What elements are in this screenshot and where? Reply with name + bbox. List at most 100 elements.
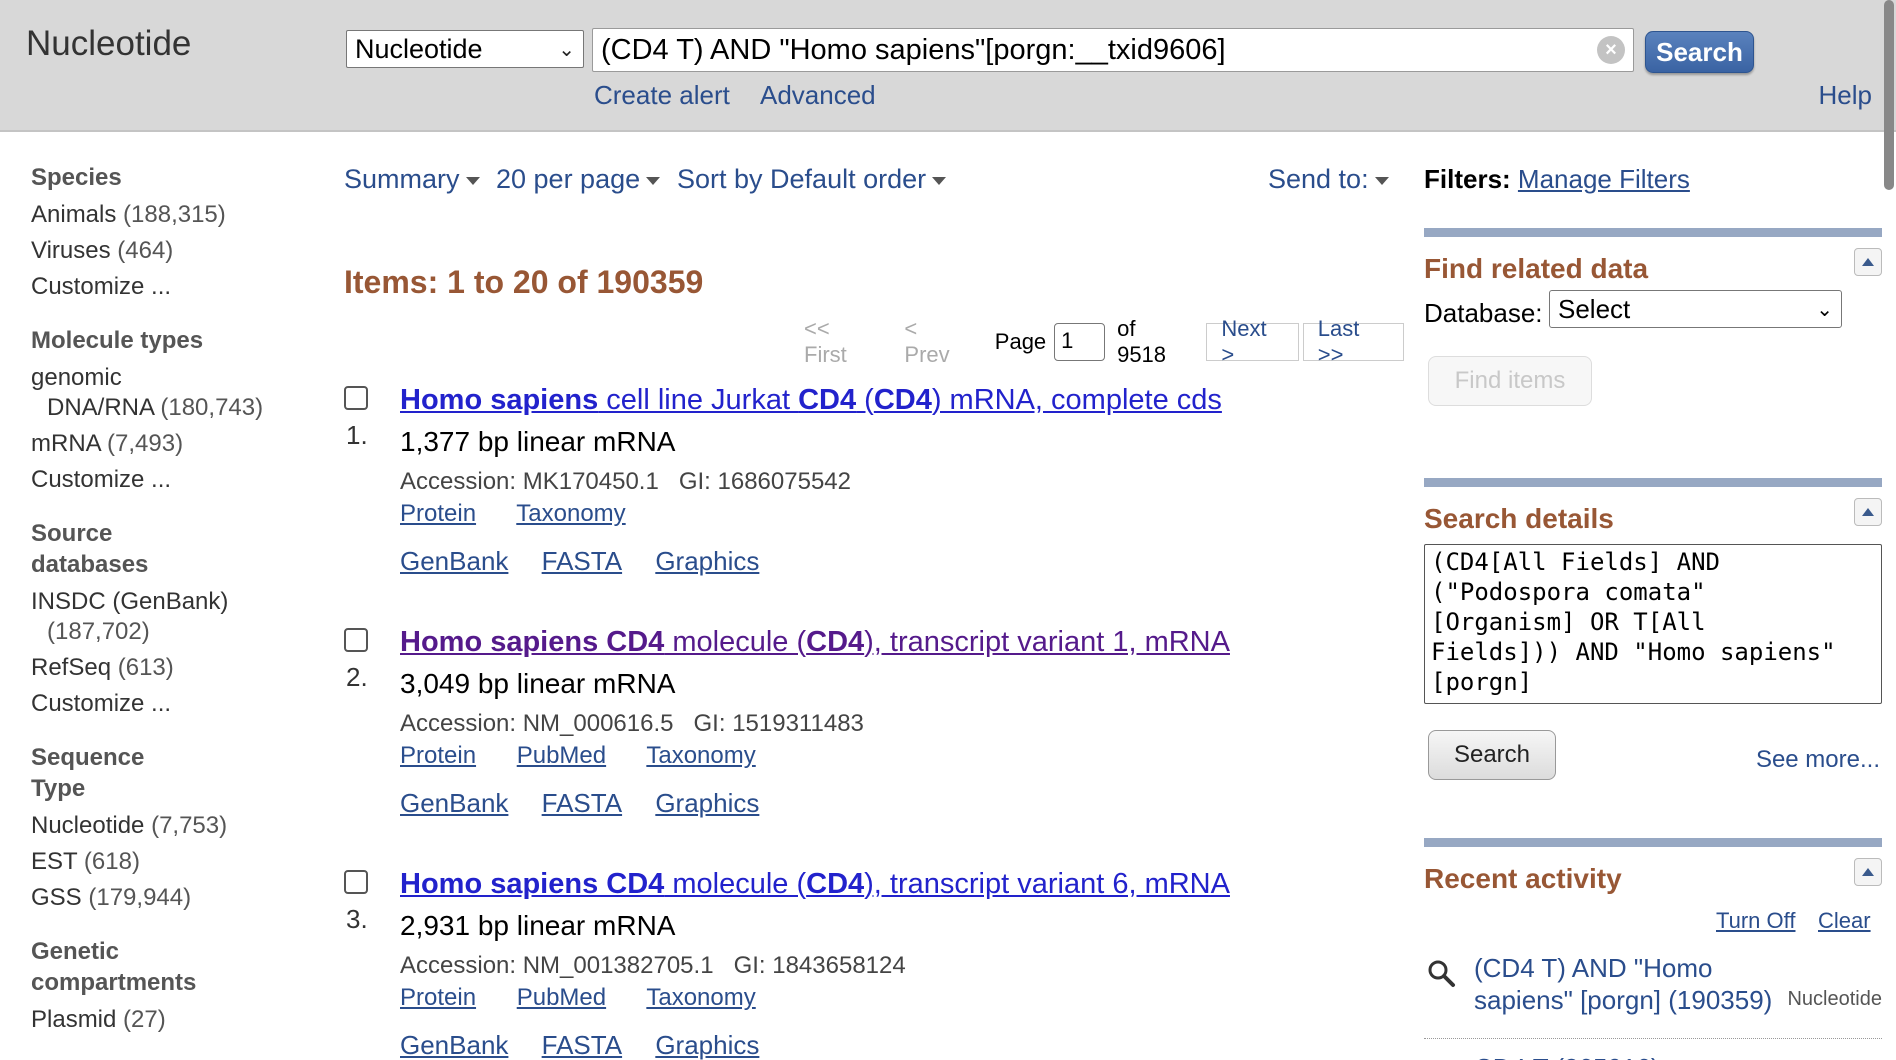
per-page-dropdown[interactable]: 20 per page [496, 164, 661, 195]
recent-activity-text[interactable]: CD4 T (265016) [1474, 1052, 1804, 1060]
filter-group-species: Species Animals (188,315) Viruses (464) … [31, 162, 301, 305]
filter-customize-link[interactable]: Customize ... [31, 269, 301, 305]
result-related-links: Protein PubMed Taxonomy [400, 984, 790, 1012]
recent-activity-panel: Recent activity Turn Off Clear (CD4 T) A… [1424, 838, 1882, 1060]
caret-down-icon [646, 176, 661, 185]
result-number: 3. [346, 904, 368, 934]
recent-activity-item[interactable]: CD4 T (265016) [1424, 1052, 1882, 1060]
caret-down-icon [465, 176, 480, 185]
see-more-link[interactable]: See more... [1756, 746, 1880, 774]
pubmed-link[interactable]: PubMed [517, 742, 606, 769]
right-column: Filters: Manage Filters Find related dat… [1424, 164, 1882, 1060]
related-database-select[interactable]: Select ⌄ [1549, 290, 1842, 328]
next-page-button[interactable]: Next > [1206, 316, 1299, 367]
filter-item-animals[interactable]: Animals (188,315) [31, 197, 301, 233]
clear-activity-link[interactable]: Clear [1818, 908, 1871, 934]
result-number: 1. [346, 420, 368, 450]
search-details-panel: Search details (CD4[All Fields] AND ("Po… [1424, 478, 1882, 798]
taxonomy-link[interactable]: Taxonomy [646, 742, 755, 769]
filter-item-gss[interactable]: GSS (179,944) [31, 880, 301, 916]
recent-activity-item[interactable]: (CD4 T) AND "Homo sapiens" [porgn] (1903… [1424, 952, 1882, 1042]
pubmed-link[interactable]: PubMed [517, 984, 606, 1011]
result-checkbox[interactable] [344, 870, 368, 894]
result-title-link[interactable]: Homo sapiens CD4 molecule (CD4), transcr… [400, 868, 1230, 901]
result-description: 3,049 bp linear mRNA [400, 668, 676, 699]
items-count: Items: 1 to 20 of 190359 [344, 264, 704, 300]
filter-group-title: Genetic compartments [31, 938, 197, 996]
database-label: Database: [1424, 298, 1543, 328]
manage-filters-link[interactable]: Manage Filters [1518, 164, 1690, 194]
result-format-links: GenBank FASTA Graphics [400, 788, 785, 819]
panel-title: Search details [1424, 503, 1614, 534]
prev-page-link[interactable]: < Prev [904, 316, 966, 368]
protein-link[interactable]: Protein [400, 500, 476, 527]
filter-item-viruses[interactable]: Viruses (464) [31, 233, 301, 269]
advanced-search-link[interactable]: Advanced [760, 80, 876, 111]
send-to-dropdown[interactable]: Send to: [1268, 164, 1389, 195]
graphics-link[interactable]: Graphics [655, 788, 759, 818]
page-number-input[interactable]: 1 [1054, 323, 1106, 361]
panel-bar [1424, 838, 1882, 847]
filter-group-title: Molecule types [31, 327, 204, 354]
format-dropdown[interactable]: Summary [344, 164, 480, 195]
fasta-link[interactable]: FASTA [542, 1030, 622, 1060]
result-title-link[interactable]: Homo sapiens CD4 molecule (CD4), transcr… [400, 626, 1230, 659]
collapse-icon[interactable] [1854, 858, 1882, 886]
result-format-links: GenBank FASTA Graphics [400, 546, 785, 577]
database-select[interactable]: Nucleotide ⌄ [346, 30, 584, 68]
protein-link[interactable]: Protein [400, 984, 476, 1011]
graphics-link[interactable]: Graphics [655, 1030, 759, 1060]
filter-item-est[interactable]: EST (618) [31, 844, 301, 880]
pagination: << First < Prev Page 1 of 9518 Next > La… [804, 316, 1405, 367]
first-page-link[interactable]: << First [804, 316, 876, 368]
recent-activity-text[interactable]: (CD4 T) AND "Homo sapiens" [porgn] (1903… [1474, 952, 1804, 1016]
protein-link[interactable]: Protein [400, 742, 476, 769]
search-input[interactable]: (CD4 T) AND "Homo sapiens"[porgn:__txid9… [592, 28, 1634, 72]
result-title-link[interactable]: Homo sapiens cell line Jurkat CD4 (CD4) … [400, 384, 1222, 417]
filter-customize-link[interactable]: Customize ... [31, 462, 301, 498]
turn-off-link[interactable]: Turn Off [1716, 908, 1795, 934]
result-checkbox[interactable] [344, 628, 368, 652]
collapse-icon[interactable] [1854, 248, 1882, 276]
result-checkbox[interactable] [344, 386, 368, 410]
result-accession: Accession: MK170450.1 GI: 1686075542 [400, 468, 851, 495]
fasta-link[interactable]: FASTA [542, 546, 622, 576]
result-related-links: Protein PubMed Taxonomy [400, 742, 790, 770]
help-link[interactable]: Help [1819, 80, 1872, 111]
find-items-button[interactable]: Find items [1428, 356, 1592, 406]
genbank-link[interactable]: GenBank [400, 1030, 508, 1060]
filter-item-genomic-cont[interactable]: DNA/RNA (180,743) [31, 390, 301, 426]
collapse-icon[interactable] [1854, 498, 1882, 526]
details-search-button[interactable]: Search [1428, 730, 1556, 780]
results-column: Summary 20 per page Sort by Default orde… [344, 164, 1405, 1060]
result-accession: Accession: NM_001382705.1 GI: 1843658124 [400, 952, 906, 979]
create-alert-link[interactable]: Create alert [594, 80, 730, 111]
genbank-link[interactable]: GenBank [400, 788, 508, 818]
taxonomy-link[interactable]: Taxonomy [516, 500, 625, 527]
divider [1424, 1038, 1882, 1039]
fasta-link[interactable]: FASTA [542, 788, 622, 818]
filter-item-mrna[interactable]: mRNA (7,493) [31, 426, 301, 462]
search-icon [1428, 960, 1455, 987]
chevron-down-icon: ⌄ [1816, 298, 1833, 321]
filter-item-refseq[interactable]: RefSeq (613) [31, 650, 301, 686]
graphics-link[interactable]: Graphics [655, 546, 759, 576]
search-query-text: (CD4 T) AND "Homo sapiens"[porgn:__txid9… [601, 33, 1226, 66]
sort-dropdown[interactable]: Sort by Default order [677, 164, 947, 195]
scrollbar-thumb[interactable] [1884, 0, 1894, 190]
taxonomy-link[interactable]: Taxonomy [646, 984, 755, 1011]
result-related-links: Protein Taxonomy [400, 500, 660, 528]
last-page-button[interactable]: Last >> [1302, 316, 1405, 367]
search-button[interactable]: Search [1645, 31, 1754, 73]
panel-title: Recent activity [1424, 863, 1622, 894]
page-label: Page [994, 329, 1047, 354]
filter-customize-link[interactable]: Customize ... [31, 686, 301, 722]
search-details-textarea[interactable]: (CD4[All Fields] AND ("Podospora comata"… [1424, 544, 1882, 704]
result-accession: Accession: NM_000616.5 GI: 1519311483 [400, 710, 864, 737]
result-format-links: GenBank FASTA Graphics [400, 1030, 785, 1060]
filter-item-nucleotide[interactable]: Nucleotide (7,753) [31, 808, 301, 844]
filter-item-plasmid[interactable]: Plasmid (27) [31, 1002, 301, 1038]
genbank-link[interactable]: GenBank [400, 546, 508, 576]
chevron-down-icon: ⌄ [558, 38, 575, 61]
clear-search-icon[interactable]: × [1597, 36, 1625, 64]
